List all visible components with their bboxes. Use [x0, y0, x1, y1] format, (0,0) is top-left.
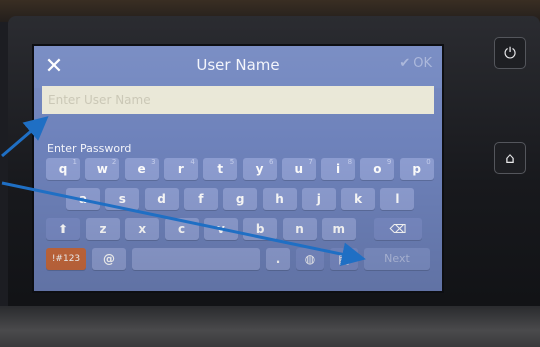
annotation-arrow-username [1, 116, 49, 158]
annotation-overlay [1, 116, 366, 267]
annotation-arrow-next [1, 181, 366, 267]
